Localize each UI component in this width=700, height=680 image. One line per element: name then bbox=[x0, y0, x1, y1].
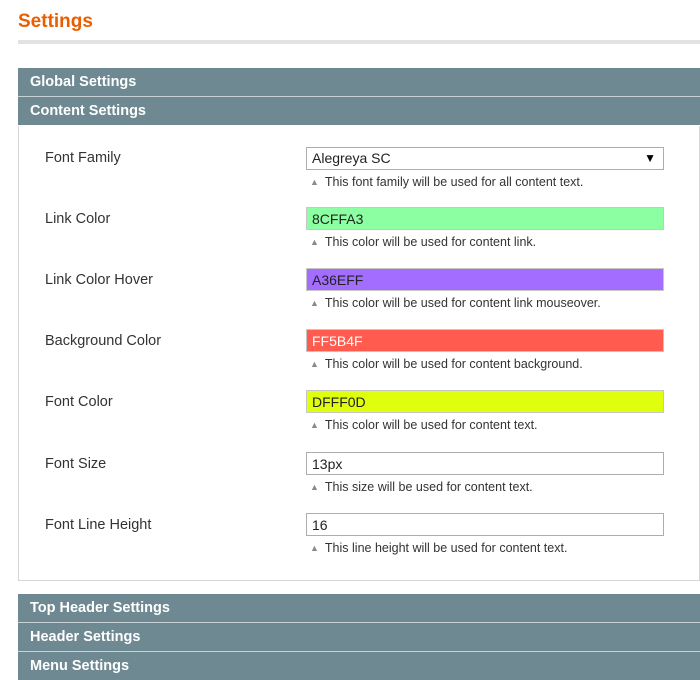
section-title: Content Settings bbox=[30, 103, 146, 119]
section-menu-settings[interactable]: Menu Settings bbox=[18, 652, 700, 680]
page-title: Settings bbox=[18, 11, 93, 32]
triangle-up-icon: ▲ bbox=[310, 298, 319, 308]
chevron-down-icon: ▼ bbox=[644, 151, 656, 165]
field-note: ▲ This line height will be used for conte… bbox=[310, 541, 567, 555]
section-title: Top Header Settings bbox=[30, 600, 170, 616]
triangle-up-icon: ▲ bbox=[310, 420, 319, 430]
font-size-input[interactable] bbox=[306, 452, 664, 475]
field-note: ▲ This color will be used for content bac… bbox=[310, 357, 583, 371]
field-note: ▲ This font family will be used for all c… bbox=[310, 175, 583, 189]
link-color-hover-input[interactable] bbox=[306, 268, 664, 291]
field-label: Link Color bbox=[45, 211, 111, 227]
field-label: Font Size bbox=[45, 456, 107, 472]
section-global-settings[interactable]: Global Settings bbox=[18, 68, 700, 96]
note-text: This line height will be used for conten… bbox=[324, 541, 568, 555]
field-note: ▲ This color will be used for content lin… bbox=[310, 296, 601, 310]
section-header-settings[interactable]: Header Settings bbox=[18, 623, 700, 651]
field-note: ▲ This color will be used for content tex… bbox=[310, 418, 538, 432]
background-color-input[interactable] bbox=[306, 329, 664, 352]
triangle-up-icon: ▲ bbox=[310, 237, 319, 247]
content-settings-panel: Font Family Alegreya SC ▼ ▲ This font fam… bbox=[18, 126, 700, 581]
field-label: Font Color bbox=[45, 394, 113, 410]
selected-value: Alegreya SC bbox=[312, 150, 391, 166]
section-title: Header Settings bbox=[30, 629, 141, 645]
note-text: This color will be used for content link… bbox=[324, 235, 537, 249]
font-line-height-input[interactable] bbox=[306, 513, 664, 536]
note-text: This color will be used for content back… bbox=[324, 357, 583, 371]
title-divider bbox=[18, 40, 700, 44]
field-note: ▲ This size will be used for content text… bbox=[310, 480, 533, 494]
font-family-select[interactable]: Alegreya SC ▼ bbox=[306, 147, 664, 170]
section-top-header-settings[interactable]: Top Header Settings bbox=[18, 594, 700, 622]
note-text: This color will be used for content link… bbox=[324, 296, 601, 310]
triangle-up-icon: ▲ bbox=[310, 359, 319, 369]
note-text: This font family will be used for all co… bbox=[324, 175, 584, 189]
triangle-up-icon: ▲ bbox=[310, 177, 319, 187]
note-text: This size will be used for content text. bbox=[324, 480, 533, 494]
section-title: Global Settings bbox=[30, 74, 137, 90]
field-label: Font Family bbox=[45, 150, 121, 166]
triangle-up-icon: ▲ bbox=[310, 482, 319, 492]
field-label: Link Color Hover bbox=[45, 272, 153, 288]
note-text: This color will be used for content text… bbox=[324, 418, 538, 432]
section-title: Menu Settings bbox=[30, 658, 130, 674]
field-label: Background Color bbox=[45, 333, 162, 349]
field-label: Font Line Height bbox=[45, 517, 152, 533]
link-color-input[interactable] bbox=[306, 207, 664, 230]
font-color-input[interactable] bbox=[306, 390, 664, 413]
section-content-settings[interactable]: Content Settings bbox=[18, 97, 700, 125]
field-note: ▲ This color will be used for content lin… bbox=[310, 235, 536, 249]
triangle-up-icon: ▲ bbox=[310, 543, 319, 553]
